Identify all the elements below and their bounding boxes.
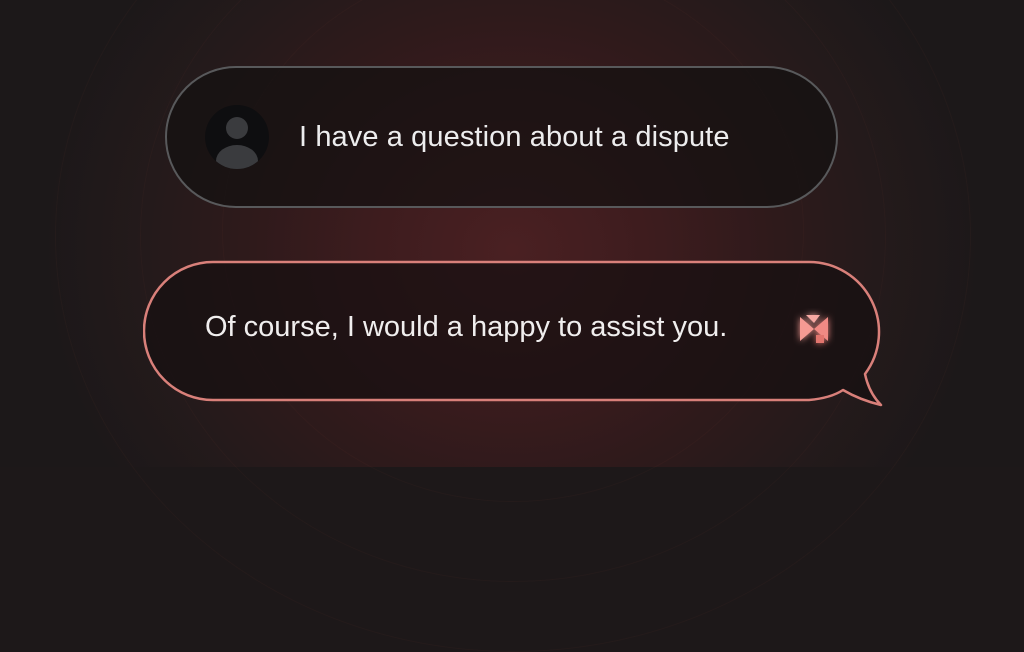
assistant-message-bubble: Of course, I would a happy to assist you… [143,260,883,410]
user-message-bubble: I have a question about a dispute [165,66,838,208]
user-message-text: I have a question about a dispute [299,120,730,153]
assistant-message-text: Of course, I would a happy to assist you… [205,311,728,343]
user-avatar-icon [205,105,269,169]
assistant-logo-icon [793,308,835,350]
